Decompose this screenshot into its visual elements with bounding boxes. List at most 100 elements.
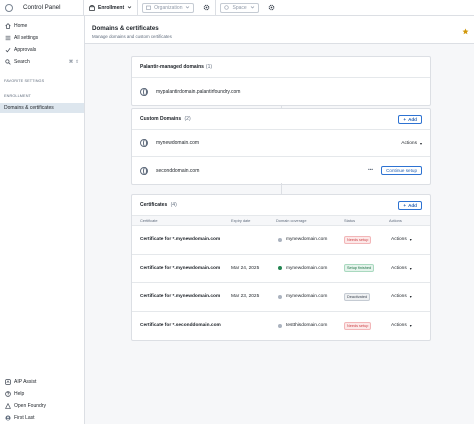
certificates-table: Certificate Expiry date Domain coverage … — [132, 216, 430, 340]
plus-icon: + — [403, 116, 407, 122]
enrollment-selector[interactable]: Enrollment — [84, 0, 139, 16]
gear-icon — [203, 4, 210, 11]
certificates-title: Certificates — [140, 202, 168, 208]
status-cell: Needs setup — [344, 226, 372, 254]
custom-domains-title: Custom Domains — [140, 116, 182, 122]
sidebar-item-aip-assist[interactable]: AIP Assist — [4, 377, 83, 387]
sidebar-item-all-settings[interactable]: All settings — [4, 33, 83, 43]
top-bar: Control Panel Enrollment Organization Sp… — [0, 0, 474, 16]
table-row: Certificate for *.seconddomain.com testth… — [132, 312, 430, 341]
table-body: Certificate for *.mynewdomain.com mynewdo… — [132, 226, 430, 340]
sidebar-item-label: Home — [14, 23, 28, 29]
domain-name: mynewdomain.com — [286, 294, 328, 300]
certificates-header: Certificates (4) + Add — [132, 195, 430, 216]
certificate-actions-menu[interactable]: Actions ▾ — [391, 226, 412, 254]
status-cell: Setup finished — [344, 255, 375, 283]
actions-menu[interactable]: Actions ▾ — [391, 294, 412, 299]
certificate-name: Certificate for *.mynewdomain.com — [140, 265, 221, 271]
search-icon — [4, 59, 12, 65]
chevron-down-icon — [127, 5, 132, 10]
managed-domains-header: Palantir-managed domains (1) — [132, 57, 430, 78]
plus-icon: + — [403, 202, 407, 208]
favorite-star-icon[interactable] — [462, 28, 469, 35]
shift-key: ⇧ — [75, 59, 79, 64]
certificate-actions-menu[interactable]: Actions ▾ — [391, 312, 412, 341]
page-header: Domains & certificates Manage domains an… — [85, 16, 474, 44]
certificate-actions-menu[interactable]: Actions ▾ — [391, 255, 412, 283]
domain-coverage: mynewdomain.com — [278, 226, 327, 254]
app-brand[interactable]: Control Panel — [0, 0, 84, 16]
foundry-icon — [4, 403, 12, 409]
breadcrumb: Enrollment Organization Space — [84, 0, 280, 16]
continue-setup-button[interactable]: Continue setup — [381, 166, 422, 175]
status-cell: Needs setup — [344, 312, 372, 341]
sidebar-item-label: First Last — [14, 415, 35, 421]
chevron-down-icon — [185, 5, 190, 10]
certificate-actions-menu[interactable]: Actions ▾ — [391, 283, 412, 311]
organization-icon — [146, 5, 151, 10]
managed-domain-row: mypalantirdomain.palantirfoundry.com — [132, 78, 430, 105]
sidebar-item-help[interactable]: Help — [4, 389, 83, 399]
add-certificate-label: Add — [408, 202, 417, 208]
status-dot-icon — [278, 323, 282, 328]
column-certificate: Certificate — [140, 218, 158, 223]
more-options-icon[interactable]: ••• — [368, 168, 373, 173]
sidebar-item-user[interactable]: First Last — [4, 413, 83, 423]
sidebar-item-home[interactable]: Home — [4, 21, 83, 31]
add-certificate-button[interactable]: + Add — [398, 200, 422, 210]
sidebar-item-label: All settings — [14, 35, 39, 41]
sidebar-item-open-foundry[interactable]: Open Foundry — [4, 401, 83, 411]
domain-name: testthisdomain.com — [286, 323, 328, 329]
status-badge: Deactivated — [344, 292, 371, 301]
space-selector[interactable]: Space — [220, 2, 259, 13]
caret-down-icon: ▾ — [409, 265, 412, 271]
app-logo-icon — [5, 3, 13, 12]
organization-selector[interactable]: Organization — [142, 2, 195, 13]
help-icon — [4, 391, 12, 397]
sidebar-item-label: Domains & certificates — [4, 105, 54, 111]
status-dot-icon — [278, 294, 282, 299]
actions-menu[interactable]: Actions ▾ — [391, 266, 412, 271]
expiry-date: Mar 23, 2025 — [231, 294, 260, 300]
caret-down-icon: ▾ — [409, 294, 412, 300]
custom-domains-heading: Custom Domains (2) — [140, 116, 191, 122]
managed-domains-title: Palantir-managed domains — [140, 64, 204, 70]
status-badge: Needs setup — [344, 321, 372, 330]
sidebar-item-search[interactable]: Search ⌘ ⇧ — [4, 57, 83, 67]
domain-coverage: testthisdomain.com — [278, 312, 327, 341]
column-domain-coverage: Domain coverage — [276, 218, 307, 223]
page-title: Domains & certificates — [92, 25, 159, 32]
caret-down-icon: ▾ — [419, 140, 422, 146]
domain-actions-menu[interactable]: Actions ▾ — [401, 141, 422, 146]
table-header: Certificate Expiry date Domain coverage … — [132, 216, 430, 226]
globe-icon — [140, 87, 148, 96]
actions-label: Actions — [391, 323, 407, 329]
column-expiry-date: Expiry date — [231, 218, 251, 223]
table-row: Certificate for *.mynewdomain.com mynewdo… — [132, 226, 430, 255]
globe-icon — [140, 166, 148, 175]
table-row: Certificate for *.mynewdomain.com Mar 24,… — [132, 255, 430, 283]
check-icon — [4, 47, 12, 53]
actions-label: Actions — [391, 265, 407, 271]
caret-down-icon: ▾ — [409, 323, 412, 329]
custom-domain-name: seconddomain.com — [156, 167, 200, 174]
certificate-name: Certificate for *.mynewdomain.com — [140, 237, 221, 243]
user-icon — [4, 415, 12, 421]
aip-icon — [4, 379, 12, 385]
actions-menu[interactable]: Actions ▾ — [391, 237, 412, 242]
sidebar-item-domains-certificates[interactable]: Domains & certificates — [0, 103, 84, 113]
actions-menu[interactable]: Actions ▾ — [391, 323, 412, 328]
certificates-heading: Certificates (4) — [140, 202, 177, 208]
space-settings-button[interactable] — [263, 0, 280, 16]
organization-settings-button[interactable] — [198, 0, 217, 16]
certificate-name: Certificate for *.mynewdomain.com — [140, 294, 221, 300]
add-domain-button[interactable]: + Add — [398, 114, 422, 124]
actions-label: Actions — [401, 140, 417, 146]
command-key: ⌘ — [68, 59, 74, 64]
custom-domain-cell: mynewdomain.com — [140, 139, 199, 147]
actions-label: Actions — [391, 294, 407, 300]
space-icon — [224, 5, 230, 10]
custom-domain-cell: seconddomain.com — [140, 166, 200, 175]
sidebar-item-label: Open Foundry — [14, 403, 46, 409]
sidebar-item-approvals[interactable]: Approvals — [4, 45, 83, 55]
